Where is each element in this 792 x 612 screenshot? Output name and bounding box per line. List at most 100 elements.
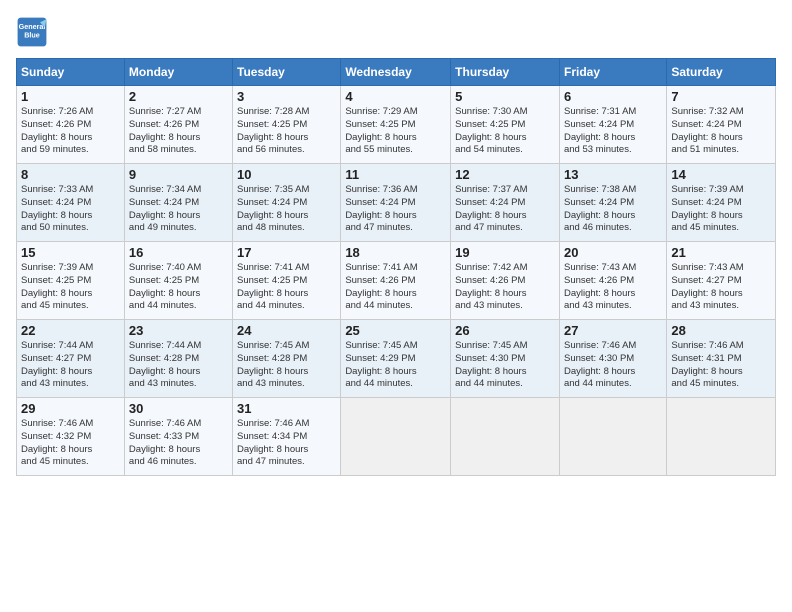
calendar-cell: 11 Sunrise: 7:36 AM Sunset: 4:24 PM Dayli… bbox=[341, 164, 451, 242]
calendar-cell: 28 Sunrise: 7:46 AM Sunset: 4:31 PM Dayli… bbox=[667, 320, 776, 398]
day-info: Sunrise: 7:41 AM Sunset: 4:25 PM Dayligh… bbox=[237, 262, 336, 313]
header-day: Thursday bbox=[451, 59, 560, 86]
day-number: 15 bbox=[21, 245, 120, 260]
calendar-cell: 6Sunrise: 7:31 AM Sunset: 4:24 PM Daylig… bbox=[559, 86, 666, 164]
calendar-week-row: 22 Sunrise: 7:44 AM Sunset: 4:27 PM Dayli… bbox=[17, 320, 776, 398]
calendar-cell: 29 Sunrise: 7:46 AM Sunset: 4:32 PM Dayli… bbox=[17, 398, 125, 476]
day-number: 12 bbox=[455, 167, 555, 182]
day-info: Sunrise: 7:46 AM Sunset: 4:34 PM Dayligh… bbox=[237, 418, 336, 469]
day-number: 13 bbox=[564, 167, 662, 182]
calendar-cell: 13 Sunrise: 7:38 AM Sunset: 4:24 PM Dayli… bbox=[559, 164, 666, 242]
calendar-cell: 20 Sunrise: 7:43 AM Sunset: 4:26 PM Dayli… bbox=[559, 242, 666, 320]
day-info: Sunrise: 7:46 AM Sunset: 4:33 PM Dayligh… bbox=[129, 418, 228, 469]
day-number: 31 bbox=[237, 401, 336, 416]
day-number: 26 bbox=[455, 323, 555, 338]
day-number: 5 bbox=[455, 89, 555, 104]
header-day: Tuesday bbox=[233, 59, 341, 86]
day-number: 21 bbox=[671, 245, 771, 260]
header-day: Monday bbox=[124, 59, 232, 86]
day-info: Sunrise: 7:30 AM Sunset: 4:25 PM Dayligh… bbox=[455, 106, 555, 157]
calendar-cell bbox=[667, 398, 776, 476]
calendar-cell: 12 Sunrise: 7:37 AM Sunset: 4:24 PM Dayli… bbox=[451, 164, 560, 242]
day-number: 22 bbox=[21, 323, 120, 338]
day-number: 28 bbox=[671, 323, 771, 338]
logo: General Blue bbox=[16, 16, 52, 48]
calendar-cell: 1 Sunrise: 7:26 AM Sunset: 4:26 PM Daylig… bbox=[17, 86, 125, 164]
day-number: 10 bbox=[237, 167, 336, 182]
day-number: 27 bbox=[564, 323, 662, 338]
day-info: Sunrise: 7:43 AM Sunset: 4:26 PM Dayligh… bbox=[564, 262, 662, 313]
calendar-cell: 3Sunrise: 7:28 AM Sunset: 4:25 PM Daylig… bbox=[233, 86, 341, 164]
calendar-cell: 4 Sunrise: 7:29 AM Sunset: 4:25 PM Daylig… bbox=[341, 86, 451, 164]
day-info: Sunrise: 7:28 AM Sunset: 4:25 PM Dayligh… bbox=[237, 106, 336, 157]
calendar-cell: 30 Sunrise: 7:46 AM Sunset: 4:33 PM Dayli… bbox=[124, 398, 232, 476]
day-number: 1 bbox=[21, 89, 120, 104]
day-info: Sunrise: 7:45 AM Sunset: 4:30 PM Dayligh… bbox=[455, 340, 555, 391]
day-number: 18 bbox=[345, 245, 446, 260]
day-info: Sunrise: 7:37 AM Sunset: 4:24 PM Dayligh… bbox=[455, 184, 555, 235]
day-number: 19 bbox=[455, 245, 555, 260]
calendar-cell: 15Sunrise: 7:39 AM Sunset: 4:25 PM Dayli… bbox=[17, 242, 125, 320]
day-info: Sunrise: 7:40 AM Sunset: 4:25 PM Dayligh… bbox=[129, 262, 228, 313]
calendar-cell: 10 Sunrise: 7:35 AM Sunset: 4:24 PM Dayli… bbox=[233, 164, 341, 242]
calendar-cell: 14 Sunrise: 7:39 AM Sunset: 4:24 PM Dayli… bbox=[667, 164, 776, 242]
calendar-cell bbox=[341, 398, 451, 476]
logo-icon: General Blue bbox=[16, 16, 48, 48]
calendar-cell: 9Sunrise: 7:34 AM Sunset: 4:24 PM Daylig… bbox=[124, 164, 232, 242]
day-info: Sunrise: 7:45 AM Sunset: 4:28 PM Dayligh… bbox=[237, 340, 336, 391]
calendar-cell: 27Sunrise: 7:46 AM Sunset: 4:30 PM Dayli… bbox=[559, 320, 666, 398]
calendar-cell: 31 Sunrise: 7:46 AM Sunset: 4:34 PM Dayli… bbox=[233, 398, 341, 476]
calendar-cell: 18 Sunrise: 7:41 AM Sunset: 4:26 PM Dayli… bbox=[341, 242, 451, 320]
calendar-week-row: 8Sunrise: 7:33 AM Sunset: 4:24 PM Daylig… bbox=[17, 164, 776, 242]
calendar-cell: 22 Sunrise: 7:44 AM Sunset: 4:27 PM Dayli… bbox=[17, 320, 125, 398]
calendar-cell bbox=[559, 398, 666, 476]
day-info: Sunrise: 7:45 AM Sunset: 4:29 PM Dayligh… bbox=[345, 340, 446, 391]
day-number: 23 bbox=[129, 323, 228, 338]
header-day: Friday bbox=[559, 59, 666, 86]
day-number: 20 bbox=[564, 245, 662, 260]
calendar-cell: 24 Sunrise: 7:45 AM Sunset: 4:28 PM Dayli… bbox=[233, 320, 341, 398]
svg-text:Blue: Blue bbox=[24, 31, 40, 40]
day-info: Sunrise: 7:43 AM Sunset: 4:27 PM Dayligh… bbox=[671, 262, 771, 313]
day-info: Sunrise: 7:42 AM Sunset: 4:26 PM Dayligh… bbox=[455, 262, 555, 313]
day-number: 29 bbox=[21, 401, 120, 416]
day-number: 8 bbox=[21, 167, 120, 182]
day-number: 7 bbox=[671, 89, 771, 104]
calendar-cell: 19 Sunrise: 7:42 AM Sunset: 4:26 PM Dayli… bbox=[451, 242, 560, 320]
day-number: 4 bbox=[345, 89, 446, 104]
day-info: Sunrise: 7:35 AM Sunset: 4:24 PM Dayligh… bbox=[237, 184, 336, 235]
day-info: Sunrise: 7:29 AM Sunset: 4:25 PM Dayligh… bbox=[345, 106, 446, 157]
header-day: Saturday bbox=[667, 59, 776, 86]
calendar-cell: 23 Sunrise: 7:44 AM Sunset: 4:28 PM Dayli… bbox=[124, 320, 232, 398]
calendar-cell: 21 Sunrise: 7:43 AM Sunset: 4:27 PM Dayli… bbox=[667, 242, 776, 320]
day-info: Sunrise: 7:46 AM Sunset: 4:31 PM Dayligh… bbox=[671, 340, 771, 391]
day-info: Sunrise: 7:32 AM Sunset: 4:24 PM Dayligh… bbox=[671, 106, 771, 157]
calendar-cell: 25Sunrise: 7:45 AM Sunset: 4:29 PM Dayli… bbox=[341, 320, 451, 398]
calendar-week-row: 1 Sunrise: 7:26 AM Sunset: 4:26 PM Daylig… bbox=[17, 86, 776, 164]
day-number: 17 bbox=[237, 245, 336, 260]
day-number: 24 bbox=[237, 323, 336, 338]
calendar-container: General Blue SundayMondayTuesdayWednesda… bbox=[0, 0, 792, 486]
header-row: SundayMondayTuesdayWednesdayThursdayFrid… bbox=[17, 59, 776, 86]
day-info: Sunrise: 7:39 AM Sunset: 4:24 PM Dayligh… bbox=[671, 184, 771, 235]
calendar-cell: 2 Sunrise: 7:27 AM Sunset: 4:26 PM Daylig… bbox=[124, 86, 232, 164]
day-number: 16 bbox=[129, 245, 228, 260]
day-info: Sunrise: 7:26 AM Sunset: 4:26 PM Dayligh… bbox=[21, 106, 120, 157]
day-info: Sunrise: 7:41 AM Sunset: 4:26 PM Dayligh… bbox=[345, 262, 446, 313]
calendar-cell: 7 Sunrise: 7:32 AM Sunset: 4:24 PM Daylig… bbox=[667, 86, 776, 164]
day-number: 14 bbox=[671, 167, 771, 182]
header: General Blue bbox=[16, 16, 776, 48]
day-info: Sunrise: 7:44 AM Sunset: 4:27 PM Dayligh… bbox=[21, 340, 120, 391]
day-number: 30 bbox=[129, 401, 228, 416]
day-info: Sunrise: 7:27 AM Sunset: 4:26 PM Dayligh… bbox=[129, 106, 228, 157]
day-info: Sunrise: 7:46 AM Sunset: 4:32 PM Dayligh… bbox=[21, 418, 120, 469]
day-info: Sunrise: 7:38 AM Sunset: 4:24 PM Dayligh… bbox=[564, 184, 662, 235]
calendar-week-row: 15Sunrise: 7:39 AM Sunset: 4:25 PM Dayli… bbox=[17, 242, 776, 320]
day-info: Sunrise: 7:44 AM Sunset: 4:28 PM Dayligh… bbox=[129, 340, 228, 391]
day-info: Sunrise: 7:36 AM Sunset: 4:24 PM Dayligh… bbox=[345, 184, 446, 235]
day-number: 11 bbox=[345, 167, 446, 182]
calendar-week-row: 29 Sunrise: 7:46 AM Sunset: 4:32 PM Dayli… bbox=[17, 398, 776, 476]
calendar-cell: 16 Sunrise: 7:40 AM Sunset: 4:25 PM Dayli… bbox=[124, 242, 232, 320]
day-number: 2 bbox=[129, 89, 228, 104]
header-day: Sunday bbox=[17, 59, 125, 86]
